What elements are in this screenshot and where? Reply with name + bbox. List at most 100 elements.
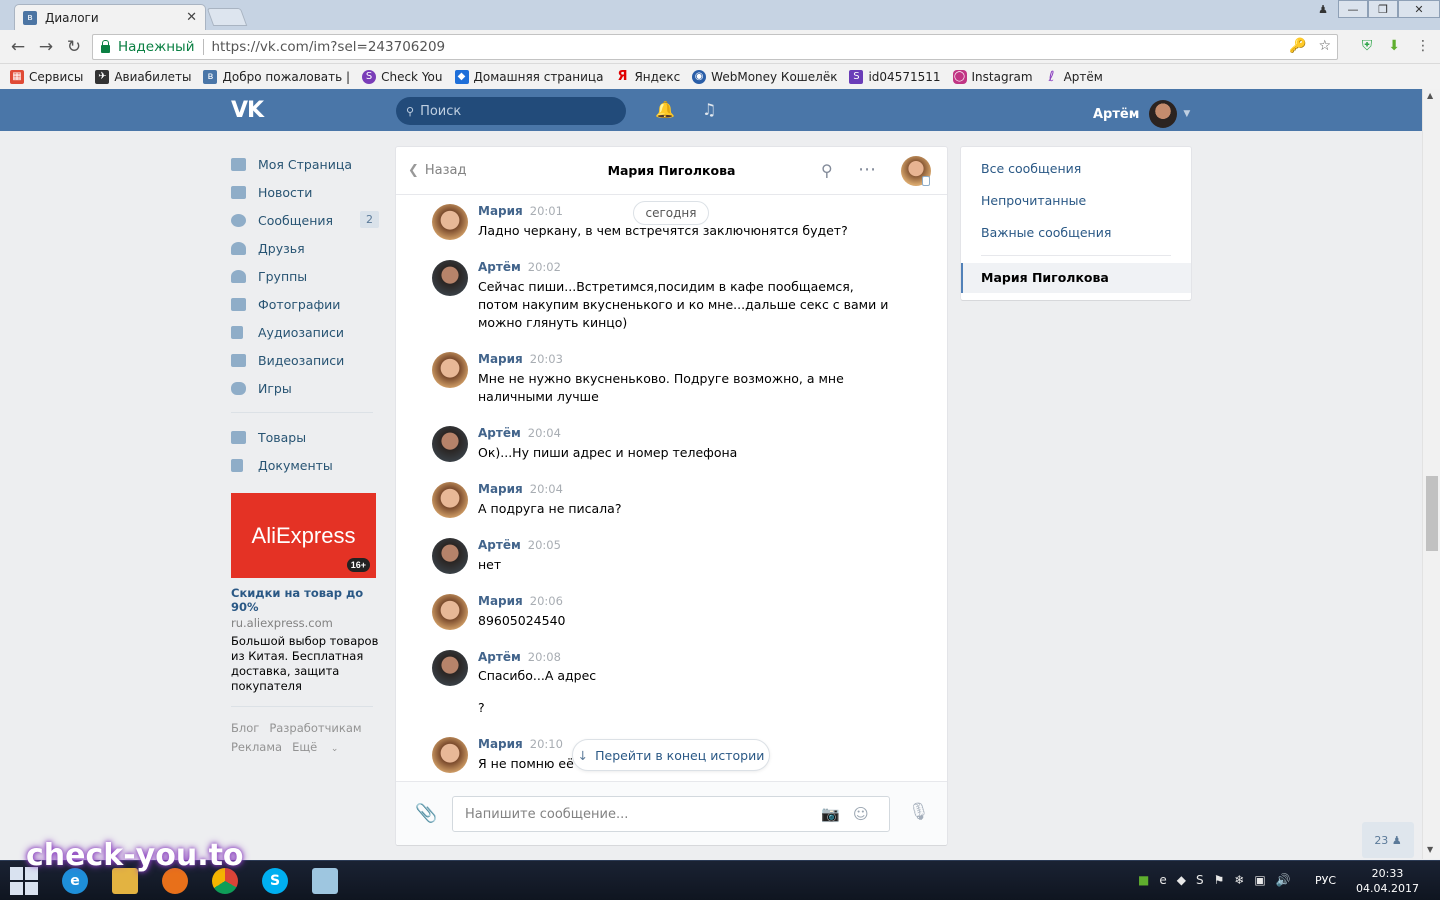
language-indicator[interactable]: РУС	[1315, 874, 1336, 887]
filter-unread[interactable]: Непрочитанные	[981, 193, 1086, 208]
user-profile-icon[interactable]: ♟	[1308, 0, 1338, 18]
footer-more-link[interactable]: Ещё ⌄	[292, 740, 338, 754]
avatar[interactable]	[432, 737, 468, 773]
message-author[interactable]: Мария	[478, 204, 523, 218]
system-clock[interactable]: 20:33 04.04.2017	[1356, 866, 1419, 896]
avatar[interactable]	[432, 260, 468, 296]
footer-blog-link[interactable]: Блог	[231, 721, 259, 735]
scrollbar-thumb[interactable]	[1426, 476, 1438, 551]
footer-dev-link[interactable]: Разработчикам	[269, 721, 361, 735]
filter-all-messages[interactable]: Все сообщения	[981, 161, 1081, 176]
message-time: 20:04	[529, 482, 563, 496]
music-note-icon[interactable]: ♫	[702, 100, 716, 119]
restore-button[interactable]: ❐	[1368, 0, 1398, 18]
active-dialog-item[interactable]: Мария Пиголкова	[961, 263, 1191, 293]
message-input[interactable]: Напишите сообщение... 📷 ☺	[452, 796, 890, 832]
message-author[interactable]: Мария	[478, 737, 523, 751]
avatar[interactable]	[432, 482, 468, 518]
menu-kebab-icon[interactable]: ⋮	[1416, 38, 1430, 54]
message-list[interactable]: Мария 20:01 Ладно черкану, в чем встречят…	[396, 196, 947, 780]
bookmark-item[interactable]: ◆ Домашняя страница	[454, 69, 603, 84]
message-author[interactable]: Мария	[478, 352, 523, 366]
message-author[interactable]: Артём	[478, 426, 521, 440]
sidebar-item-messages[interactable]: Сообщения 2	[231, 206, 381, 234]
more-options-icon[interactable]: ⋯	[858, 159, 876, 180]
notepad-icon[interactable]	[305, 865, 345, 897]
message-composer: 📎 Напишите сообщение... 📷 ☺ 🎙	[396, 781, 947, 845]
message-author[interactable]: Мария	[478, 594, 523, 608]
bookmark-item[interactable]: S Check You	[362, 69, 443, 84]
search-icon[interactable]: ⚲	[821, 161, 833, 180]
tray-e-icon[interactable]: e	[1159, 873, 1166, 887]
shield-extension-icon[interactable]: ⛨	[1362, 38, 1373, 54]
sidebar-item-video[interactable]: Видеозаписи	[231, 346, 381, 374]
sidebar-item-audio[interactable]: Аудиозаписи	[231, 318, 381, 346]
browser-tab[interactable]: в Диалоги ✕	[14, 4, 206, 30]
bookmark-item[interactable]: Sid04571511	[849, 69, 941, 84]
sidebar-item-groups[interactable]: Группы	[231, 262, 381, 290]
message-author[interactable]: Артём	[478, 650, 521, 664]
online-friends-button[interactable]: 23 ♟	[1362, 822, 1414, 858]
download-extension-icon[interactable]: ⬇	[1388, 38, 1400, 54]
reload-icon[interactable]: ↻	[64, 37, 84, 57]
search-input[interactable]: ⚲ Поиск	[396, 97, 626, 125]
message-author[interactable]: Мария	[478, 482, 523, 496]
volume-icon[interactable]: 🔊	[1276, 873, 1291, 887]
skype-icon[interactable]: S	[255, 865, 295, 897]
network-icon[interactable]: ▣	[1254, 873, 1265, 887]
page-scrollbar[interactable]: ▲ ▼	[1422, 89, 1440, 859]
camera-icon[interactable]: 📷	[821, 805, 840, 823]
new-tab-button[interactable]	[206, 8, 248, 26]
close-window-button[interactable]: ✕	[1398, 0, 1440, 18]
sidebar-item-friends[interactable]: Друзья	[231, 234, 381, 262]
avatar[interactable]	[432, 426, 468, 462]
sidebar-item-games[interactable]: Игры	[231, 374, 381, 402]
filter-important[interactable]: Важные сообщения	[981, 225, 1111, 240]
minimize-button[interactable]: —	[1338, 0, 1368, 18]
emoji-icon[interactable]: ☺	[853, 805, 869, 823]
ad-title[interactable]: Скидки на товар до 90%	[231, 586, 381, 614]
scroll-down-icon[interactable]: ▼	[1427, 845, 1433, 854]
sidebar-item-my-page[interactable]: Моя Страница	[231, 150, 381, 178]
avatar[interactable]	[432, 204, 468, 240]
vk-logo-icon[interactable]: VK	[231, 98, 264, 123]
sidebar-item-docs[interactable]: Документы	[231, 451, 381, 479]
close-tab-icon[interactable]: ✕	[186, 10, 197, 25]
key-icon[interactable]: 🔑	[1289, 38, 1306, 54]
footer-ads-link[interactable]: Реклама	[231, 740, 282, 754]
ad-banner-image[interactable]: AliExpress 16+	[231, 493, 376, 578]
message-author[interactable]: Артём	[478, 538, 521, 552]
paperclip-icon[interactable]: 📎	[415, 803, 437, 824]
bookmark-item[interactable]: ▦ Сервисы	[10, 69, 83, 84]
back-arrow-icon[interactable]: ←	[8, 37, 28, 57]
address-bar[interactable]: Надежный https://vk.com/im?sel=243706209…	[92, 34, 1338, 60]
bookmark-item[interactable]: в Добро пожаловать |	[203, 69, 350, 84]
sidebar-item-market[interactable]: Товары	[231, 423, 381, 451]
tray-app-icon[interactable]: ■	[1138, 873, 1149, 887]
bookmark-item[interactable]: Я Яндекс	[615, 69, 680, 84]
sidebar-item-photos[interactable]: Фотографии	[231, 290, 381, 318]
message-author[interactable]: Артём	[478, 260, 521, 274]
flag-icon[interactable]: ⚑	[1214, 873, 1225, 887]
bookmark-item[interactable]: ◉ WebMoney Кошелёк	[692, 69, 837, 84]
bookmarks-bar: ▦ Сервисы ✈ Авиабилеты в Добро пожаловать |…	[0, 64, 1440, 89]
tray-dropbox-icon[interactable]: ◆	[1177, 873, 1186, 887]
user-menu[interactable]: Артём ▼	[1093, 100, 1190, 128]
tray-tools-icon[interactable]: ❄	[1234, 873, 1244, 887]
forward-arrow-icon[interactable]: →	[36, 37, 56, 57]
bookmark-item[interactable]: ✈ Авиабилеты	[95, 69, 191, 84]
vk-header: VK ⚲ Поиск 🔔 ♫ Артём ▼	[0, 89, 1422, 131]
tray-skype-icon[interactable]: S	[1196, 873, 1204, 887]
sidebar-item-news[interactable]: Новости	[231, 178, 381, 206]
avatar[interactable]	[432, 352, 468, 388]
jump-to-end-button[interactable]: ↓ Перейти в конец истории	[572, 739, 770, 771]
microphone-icon[interactable]: 🎙	[908, 802, 930, 822]
bookmark-item[interactable]: ◯ Instagram	[952, 69, 1033, 84]
bell-icon[interactable]: 🔔	[655, 100, 675, 119]
avatar[interactable]	[432, 538, 468, 574]
avatar[interactable]	[432, 594, 468, 630]
avatar[interactable]	[432, 650, 468, 686]
bookmark-star-icon[interactable]: ☆	[1318, 38, 1331, 54]
scroll-up-icon[interactable]: ▲	[1427, 91, 1433, 100]
bookmark-item[interactable]: ℓ Артём	[1045, 70, 1103, 84]
